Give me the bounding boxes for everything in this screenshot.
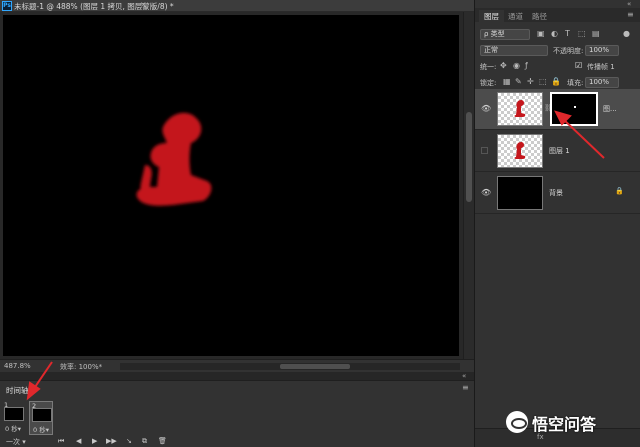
red-glyph-thumb-icon <box>514 99 526 117</box>
unify-row: 统一: ✥ ◉ ƒ ☑ 传播帧 1 <box>475 60 640 74</box>
panel-menu-icon[interactable]: ≡ <box>627 10 634 19</box>
tween-icon[interactable]: ↘ <box>126 437 132 445</box>
unify-style-icon[interactable]: ƒ <box>525 61 528 70</box>
watermark-text: 悟空问答 <box>532 415 597 434</box>
lock-transparent-icon[interactable]: ▦ <box>503 77 511 86</box>
layer-row-background[interactable]: 👁 背景 🔒 <box>475 173 640 214</box>
filter-pixel-icon[interactable]: ▣ <box>537 29 545 38</box>
timeline-menu-icon[interactable]: ≡ <box>462 383 469 392</box>
tab-paths[interactable]: 路径 <box>527 10 552 22</box>
layer-name[interactable]: 图层 1 <box>549 146 570 156</box>
layer-thumbnail <box>497 176 543 210</box>
tab-layers[interactable]: 图层 <box>479 10 504 22</box>
layer-row-1[interactable]: 图层 1 <box>475 131 640 172</box>
filter-type-select[interactable]: ρ 类型 <box>480 29 530 40</box>
layer-name[interactable]: 图... <box>603 104 617 114</box>
filter-type-icon[interactable]: T <box>565 29 570 38</box>
panel-divider <box>0 372 474 380</box>
red-glyph-thumb-icon <box>514 141 526 159</box>
lock-icon: 🔒 <box>615 187 624 195</box>
fill-label: 填充: <box>567 79 584 87</box>
duplicate-frame-icon[interactable]: ⧉ <box>142 437 147 446</box>
delete-frame-icon[interactable]: 🗑 <box>158 437 167 445</box>
opacity-input[interactable]: 100% <box>585 45 619 56</box>
frame-thumbnail <box>4 407 24 421</box>
tab-channels[interactable]: 通道 <box>503 10 528 22</box>
prev-frame-icon[interactable]: ◀ <box>76 437 81 445</box>
filter-toggle-icon[interactable]: ● <box>623 29 630 38</box>
vertical-scrollbar[interactable] <box>463 12 474 359</box>
timeline-collapse-icon[interactable]: « <box>462 372 466 380</box>
timeline-controls: 一次 ▾ ⏮ ◀ ▶ ▶▶ ↘ ⧉ 🗑 <box>2 437 182 447</box>
canvas-area <box>0 12 463 359</box>
panel-collapse-icon[interactable]: « <box>627 0 631 8</box>
layer-row-copy[interactable]: 👁 ⛓ 图... <box>475 89 640 130</box>
loop-select[interactable]: 一次 ▾ <box>6 437 26 447</box>
document-tab[interactable]: Ps 未标题-1 @ 488% (图层 1 拷贝, 图层蒙版/8) * × <box>0 0 474 12</box>
timeline-frame-2[interactable]: 2 0 秒▾ <box>29 401 53 435</box>
document-canvas[interactable] <box>3 15 459 356</box>
lock-move-icon[interactable]: ✛ <box>527 77 534 86</box>
eye-icon[interactable]: 👁 <box>481 104 491 113</box>
propagate-checkbox-icon[interactable]: ☑ <box>575 61 582 70</box>
wukong-logo-icon <box>506 411 528 433</box>
unify-visibility-icon[interactable]: ◉ <box>513 61 520 70</box>
filter-smart-object-icon[interactable]: ▤ <box>592 29 600 38</box>
layer-filter-row: ρ 类型 ▣ ◐ T ⬚ ▤ ● <box>475 28 640 42</box>
status-bar: 487.8% 效率: 100%* <box>0 359 474 372</box>
blend-row: 正常 不透明度: 100% <box>475 44 640 58</box>
frame-duration[interactable]: 0 秒▾ <box>5 423 21 433</box>
zoom-level[interactable]: 487.8% <box>4 362 31 370</box>
document-title: 未标题-1 @ 488% (图层 1 拷贝, 图层蒙版/8) * <box>14 2 174 11</box>
red-brush-glyph-icon <box>136 112 212 206</box>
next-frame-icon[interactable]: ▶▶ <box>106 437 117 445</box>
lock-label: 锁定: <box>480 79 497 87</box>
timeline-frame-1[interactable]: 1 0 秒▾ <box>2 401 26 435</box>
photoshop-logo-icon: Ps <box>2 1 12 11</box>
propagate-label: 传播帧 1 <box>587 63 615 71</box>
blend-mode-select[interactable]: 正常 <box>480 45 548 56</box>
eye-icon[interactable]: 👁 <box>481 188 491 197</box>
unify-position-icon[interactable]: ✥ <box>500 61 507 70</box>
panel-tabs: 图层 通道 路径 ≡ <box>475 8 640 22</box>
lock-artboard-icon[interactable]: ⬚ <box>539 77 547 86</box>
layer-mask-thumbnail[interactable] <box>550 92 598 126</box>
layer-thumbnail <box>497 134 543 168</box>
first-frame-icon[interactable]: ⏮ <box>58 437 64 446</box>
fill-input[interactable]: 100% <box>585 77 619 88</box>
visibility-toggle[interactable] <box>481 147 488 154</box>
frame-thumbnail <box>32 408 52 422</box>
frame-duration[interactable]: 0 秒▾ <box>33 424 49 434</box>
lock-row: 锁定: ▦ ✎ ✛ ⬚ 🔒 填充: 100% <box>475 76 640 90</box>
horizontal-scrollbar-thumb[interactable] <box>280 364 350 369</box>
lock-all-icon[interactable]: 🔒 <box>551 77 561 86</box>
layer-name[interactable]: 背景 <box>549 188 563 198</box>
timeline-panel: « 时间轴 ≡ 1 0 秒▾ 2 0 秒▾ 一次 ▾ ⏮ ◀ ▶ ▶▶ ↘ ⧉ … <box>0 372 474 447</box>
unify-label: 统一: <box>480 63 497 71</box>
filter-adjustment-icon[interactable]: ◐ <box>551 29 558 38</box>
scrollbar-thumb[interactable] <box>466 112 472 202</box>
mask-dot <box>574 106 576 108</box>
layer-thumbnail <box>497 92 543 126</box>
timeline-tab[interactable]: 时间轴 <box>6 385 29 396</box>
close-tab-icon[interactable]: × <box>140 0 147 9</box>
opacity-label: 不透明度: <box>553 47 584 55</box>
filter-shape-icon[interactable]: ⬚ <box>578 29 586 38</box>
play-icon[interactable]: ▶ <box>92 437 97 445</box>
watermark: 悟空问答 <box>506 409 638 437</box>
horizontal-scrollbar[interactable] <box>120 363 460 370</box>
lock-paint-icon[interactable]: ✎ <box>515 77 522 86</box>
efficiency-readout[interactable]: 效率: 100%* <box>60 362 102 372</box>
layers-panel: « 图层 通道 路径 ≡ ρ 类型 ▣ ◐ T ⬚ ▤ ● 正常 不透明度: 1… <box>474 0 640 447</box>
